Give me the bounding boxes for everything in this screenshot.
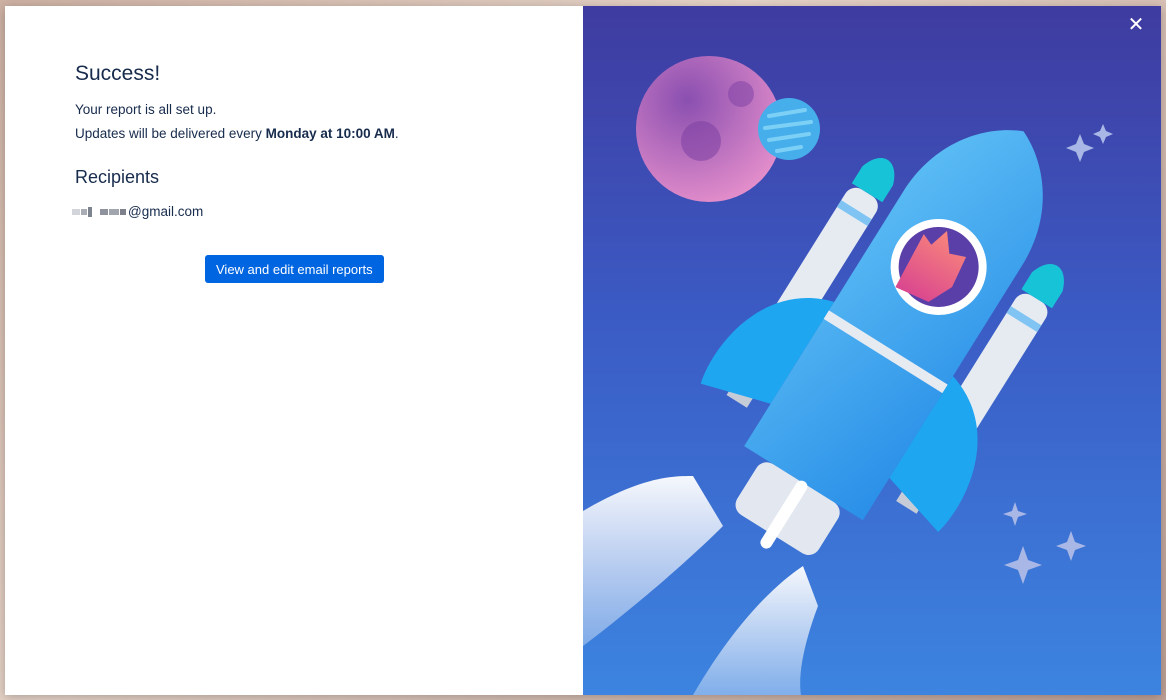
delivery-schedule: Monday at 10:00 AM [265, 126, 395, 141]
delivery-message: Updates will be delivered every Monday a… [75, 126, 399, 141]
delivery-message-suffix: . [394, 126, 399, 141]
moon-graphic [758, 98, 820, 160]
dialog-title: Success! [75, 62, 161, 85]
redacted-email-blur [72, 205, 127, 219]
close-icon[interactable]: ✕ [1125, 14, 1147, 36]
setup-message: Your report is all set up. [75, 102, 217, 117]
recipient-email-domain: @gmail.com [128, 204, 204, 219]
success-dialog: Success! Your report is all set up. Upda… [5, 6, 1161, 695]
recipients-heading: Recipients [75, 167, 160, 187]
view-edit-email-reports-button[interactable]: View and edit email reports [205, 255, 384, 283]
rocket-illustration [583, 56, 1113, 695]
dialog-content: Success! Your report is all set up. Upda… [5, 6, 583, 695]
rocket-illustration-panel: ✕ [583, 6, 1161, 695]
recipient-email: @gmail.com [72, 204, 203, 219]
delivery-message-prefix: Updates will be delivered every [75, 126, 266, 141]
